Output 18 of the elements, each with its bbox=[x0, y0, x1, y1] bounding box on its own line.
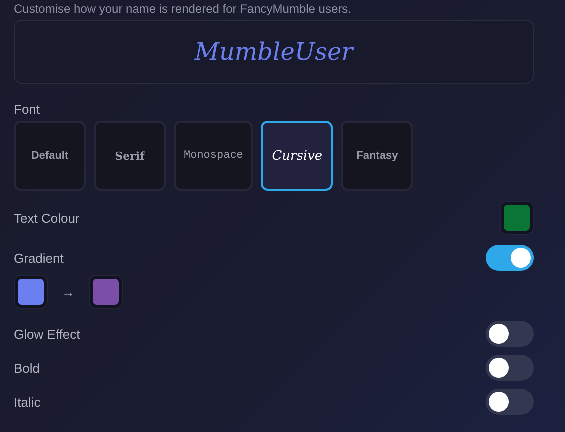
font-option[interactable]: Monospace bbox=[174, 121, 254, 191]
option-toggle[interactable] bbox=[486, 389, 534, 415]
preview-name: MumbleUser bbox=[194, 38, 354, 66]
text-colour-label: Text Colour bbox=[14, 210, 80, 226]
font-option[interactable]: Cursive bbox=[261, 121, 334, 191]
option-toggle[interactable] bbox=[486, 321, 534, 347]
font-option[interactable]: Fantasy bbox=[341, 121, 414, 191]
font-label: Font bbox=[14, 102, 42, 117]
gradient-toggle[interactable] bbox=[486, 245, 534, 271]
arrow-icon: → bbox=[62, 284, 75, 300]
option-label: Italic bbox=[14, 394, 41, 410]
font-option[interactable]: Serif bbox=[94, 121, 166, 191]
description-text: Customise how your name is rendered for FancyMumble users. bbox=[14, 2, 352, 16]
gradient-label: Gradient bbox=[14, 250, 64, 266]
option-label: Glow Effect bbox=[14, 326, 80, 342]
option-toggle[interactable] bbox=[486, 355, 534, 381]
font-option[interactable]: Default bbox=[14, 121, 86, 191]
option-label: Bold bbox=[14, 360, 40, 376]
